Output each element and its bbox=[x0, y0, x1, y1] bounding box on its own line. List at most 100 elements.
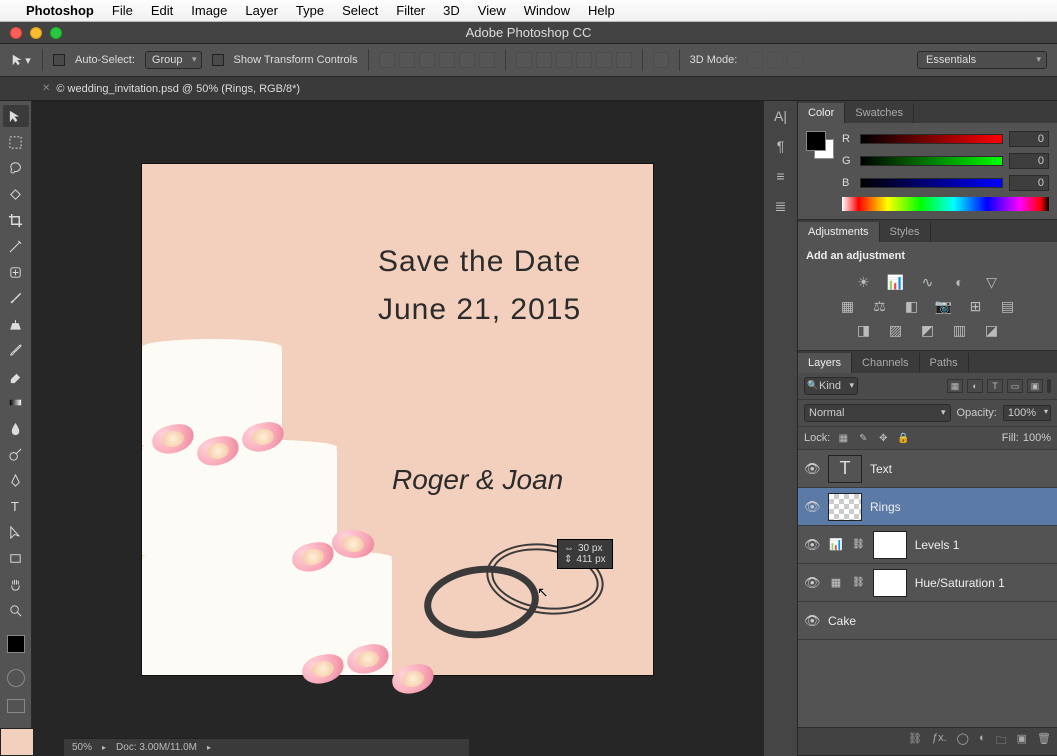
exposure-icon[interactable]: ◐ bbox=[950, 274, 970, 290]
visibility-toggle[interactable]: 👁 bbox=[804, 575, 820, 591]
color-lookup-icon[interactable]: ▤ bbox=[998, 298, 1018, 314]
3d-icon[interactable] bbox=[653, 52, 669, 68]
eyedropper-tool[interactable] bbox=[3, 235, 29, 257]
layer-filter-kind[interactable]: Kind bbox=[804, 377, 858, 395]
type-tool[interactable]: T bbox=[3, 495, 29, 517]
layer-row[interactable]: 👁 Rings bbox=[798, 488, 1057, 526]
tab-color[interactable]: Color bbox=[798, 103, 845, 123]
channel-mixer-icon[interactable]: ⊞ bbox=[966, 298, 986, 314]
menu-filter[interactable]: Filter bbox=[396, 3, 425, 18]
align-right-icon[interactable] bbox=[479, 52, 495, 68]
bw-icon[interactable]: ◧ bbox=[902, 298, 922, 314]
g-value[interactable]: 0 bbox=[1009, 153, 1049, 169]
brush-tool[interactable] bbox=[3, 287, 29, 309]
menu-view[interactable]: View bbox=[478, 3, 506, 18]
distribute-vmiddle-icon[interactable] bbox=[536, 52, 552, 68]
pen-tool[interactable] bbox=[3, 469, 29, 491]
lock-all-icon[interactable]: 🔒 bbox=[896, 431, 910, 445]
app-menu[interactable]: Photoshop bbox=[26, 3, 94, 18]
character-panel-icon[interactable]: A| bbox=[770, 107, 792, 125]
move-tool[interactable] bbox=[3, 105, 29, 127]
opacity-value[interactable]: 100% bbox=[1003, 405, 1051, 421]
new-group-icon[interactable]: 🗀 bbox=[996, 732, 1007, 751]
quick-mask-toggle[interactable] bbox=[7, 669, 25, 687]
foreground-color-swatch[interactable] bbox=[7, 635, 25, 653]
menu-layer[interactable]: Layer bbox=[245, 3, 278, 18]
layer-row[interactable]: 👁 Cake bbox=[798, 602, 1057, 640]
canvas-area[interactable]: Save the Date June 21, 2015 Roger & Joan… bbox=[32, 101, 763, 756]
auto-select-checkbox[interactable] bbox=[53, 54, 65, 66]
layer-style-icon[interactable]: ƒx. bbox=[932, 732, 947, 751]
menu-image[interactable]: Image bbox=[191, 3, 227, 18]
threshold-icon[interactable]: ◩ bbox=[918, 322, 938, 338]
filter-toggle[interactable] bbox=[1047, 379, 1051, 393]
filter-smart-icon[interactable]: ▣ bbox=[1027, 379, 1043, 393]
3d-pan-icon[interactable] bbox=[787, 52, 803, 68]
dodge-tool[interactable] bbox=[3, 443, 29, 465]
color-ramp[interactable] bbox=[842, 197, 1049, 211]
show-transform-checkbox[interactable] bbox=[212, 54, 224, 66]
menu-window[interactable]: Window bbox=[524, 3, 570, 18]
document-tab[interactable]: ✕ © wedding_invitation.psd @ 50% (Rings,… bbox=[32, 79, 314, 99]
marquee-tool[interactable] bbox=[3, 131, 29, 153]
history-brush-tool[interactable] bbox=[3, 339, 29, 361]
mask-link-icon[interactable]: ⛓ bbox=[852, 577, 865, 588]
visibility-toggle[interactable]: 👁 bbox=[804, 499, 820, 515]
layer-name[interactable]: Hue/Saturation 1 bbox=[915, 576, 1005, 590]
r-value[interactable]: 0 bbox=[1009, 131, 1049, 147]
3d-rotate-icon[interactable] bbox=[747, 52, 763, 68]
link-layers-icon[interactable]: ⛓ bbox=[908, 732, 922, 751]
layer-name[interactable]: Cake bbox=[828, 614, 856, 628]
align-hcenter-icon[interactable] bbox=[459, 52, 475, 68]
lock-position-icon[interactable]: ✥ bbox=[876, 431, 890, 445]
lock-transparency-icon[interactable]: ▦ bbox=[836, 431, 850, 445]
auto-select-dropdown[interactable]: Group bbox=[145, 51, 202, 69]
filter-adj-icon[interactable]: ◐ bbox=[967, 379, 983, 393]
selective-color-icon[interactable]: ◪ bbox=[982, 322, 1002, 338]
layer-mask-thumb[interactable] bbox=[873, 531, 907, 559]
photo-filter-icon[interactable]: 📷 bbox=[934, 298, 954, 314]
menu-type[interactable]: Type bbox=[296, 3, 324, 18]
menu-edit[interactable]: Edit bbox=[151, 3, 173, 18]
status-flyout-icon[interactable]: ▸ bbox=[207, 743, 211, 752]
window-minimize-button[interactable] bbox=[30, 27, 42, 39]
filter-shape-icon[interactable]: ▭ bbox=[1007, 379, 1023, 393]
menu-3d[interactable]: 3D bbox=[443, 3, 460, 18]
hand-tool[interactable] bbox=[3, 573, 29, 595]
tool-preset-picker[interactable]: ▾ bbox=[10, 51, 32, 69]
document-canvas[interactable]: Save the Date June 21, 2015 Roger & Joan… bbox=[142, 164, 653, 675]
layer-thumb[interactable]: T bbox=[828, 455, 862, 483]
paragraph-styles-icon[interactable]: ≡ bbox=[770, 167, 792, 185]
screen-mode-toggle[interactable] bbox=[7, 699, 25, 713]
character-styles-icon[interactable]: ≣ bbox=[770, 197, 792, 215]
layer-name[interactable]: Rings bbox=[870, 500, 901, 514]
new-adj-layer-icon[interactable]: ◐ bbox=[979, 732, 986, 751]
tab-layers[interactable]: Layers bbox=[798, 353, 852, 373]
visibility-toggle[interactable]: 👁 bbox=[804, 461, 820, 477]
visibility-toggle[interactable]: 👁 bbox=[804, 537, 820, 553]
window-zoom-button[interactable] bbox=[50, 27, 62, 39]
status-arrow-icon[interactable]: ▸ bbox=[102, 743, 106, 752]
tab-adjustments[interactable]: Adjustments bbox=[798, 222, 880, 242]
new-layer-icon[interactable]: ▣ bbox=[1017, 732, 1027, 751]
layer-row[interactable]: 👁 T Text bbox=[798, 450, 1057, 488]
vibrance-icon[interactable]: ▽ bbox=[982, 274, 1002, 290]
menu-file[interactable]: File bbox=[112, 3, 133, 18]
align-vmiddle-icon[interactable] bbox=[399, 52, 415, 68]
distribute-top-icon[interactable] bbox=[516, 52, 532, 68]
layer-mask-thumb[interactable] bbox=[873, 569, 907, 597]
color-balance-icon[interactable]: ⚖ bbox=[870, 298, 890, 314]
curves-icon[interactable]: ∿ bbox=[918, 274, 938, 290]
gradient-map-icon[interactable]: ▥ bbox=[950, 322, 970, 338]
align-bottom-icon[interactable] bbox=[419, 52, 435, 68]
lasso-tool[interactable] bbox=[3, 157, 29, 179]
layer-row[interactable]: 👁 ▦ ⛓ Hue/Saturation 1 bbox=[798, 564, 1057, 602]
quick-select-tool[interactable] bbox=[3, 183, 29, 205]
zoom-tool[interactable] bbox=[3, 599, 29, 621]
tab-swatches[interactable]: Swatches bbox=[845, 103, 914, 123]
blend-mode-dropdown[interactable]: Normal bbox=[804, 404, 951, 422]
invert-icon[interactable]: ◨ bbox=[854, 322, 874, 338]
layer-name[interactable]: Levels 1 bbox=[915, 538, 960, 552]
menu-select[interactable]: Select bbox=[342, 3, 378, 18]
align-top-icon[interactable] bbox=[379, 52, 395, 68]
